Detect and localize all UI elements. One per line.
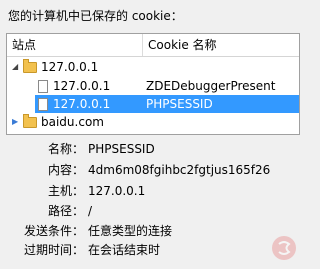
- cookie-name-label: ZDEDebuggerPresent: [146, 79, 276, 93]
- cookie-tree-list[interactable]: 站点 Cookie 名称 ◢ 127.0.0.1 127.0.0.1 ZDEDe…: [6, 33, 300, 135]
- column-header-row: 站点 Cookie 名称: [7, 34, 299, 57]
- detail-label: 发送条件：: [23, 224, 84, 238]
- detail-value: 4dm6m08fgihbc2fgtjus165f26: [88, 163, 271, 177]
- cookie-file-icon: [38, 80, 48, 93]
- cookie-site-label: 127.0.0.1: [53, 79, 111, 93]
- cookie-name-label: PHPSESSID: [146, 97, 213, 111]
- detail-value: /: [88, 204, 93, 218]
- detail-value: 127.0.0.1: [88, 184, 146, 198]
- column-header-cookie-name[interactable]: Cookie 名称: [143, 34, 299, 56]
- tree-row-site-baidu[interactable]: ▶ baidu.com: [7, 113, 299, 131]
- watermark-logo-icon: [272, 236, 296, 260]
- detail-row-expires: 过期时间： 在会话结束时: [6, 241, 300, 259]
- collapse-arrow-icon[interactable]: ▶: [12, 118, 20, 126]
- cookie-site-label: 127.0.0.1: [53, 97, 111, 111]
- cookie-details-panel: 名称： PHPSESSID 内容： 4dm6m08fgihbc2fgtjus16…: [6, 140, 300, 262]
- site-label: baidu.com: [41, 115, 104, 129]
- detail-label: 主机：: [47, 184, 84, 198]
- tree-row-cookie-selected[interactable]: 127.0.0.1 PHPSESSID: [35, 95, 299, 113]
- folder-icon: [23, 114, 37, 128]
- folder-icon: [23, 59, 37, 73]
- detail-row-host: 主机： 127.0.0.1: [6, 182, 300, 200]
- detail-label: 内容：: [47, 163, 84, 177]
- detail-row-content: 内容： 4dm6m08fgihbc2fgtjus165f26: [6, 161, 300, 179]
- detail-value: PHPSESSID: [88, 142, 155, 156]
- tree-row-cookie[interactable]: 127.0.0.1 ZDEDebuggerPresent: [7, 77, 299, 95]
- detail-value: 在会话结束时: [88, 243, 161, 257]
- detail-value: 任意类型的连接: [88, 224, 173, 238]
- detail-row-path: 路径： /: [6, 202, 300, 220]
- tree-row-site-127[interactable]: ◢ 127.0.0.1: [7, 58, 299, 76]
- detail-label: 过期时间：: [23, 243, 84, 257]
- saved-cookies-header: 您的计算机中已保存的 cookie：: [8, 9, 183, 23]
- detail-label: 路径：: [47, 204, 84, 218]
- detail-row-name: 名称： PHPSESSID: [6, 140, 300, 158]
- site-label: 127.0.0.1: [41, 60, 99, 74]
- expand-arrow-icon[interactable]: ◢: [12, 63, 20, 71]
- detail-label: 名称：: [47, 142, 84, 156]
- cookie-file-icon: [38, 98, 48, 111]
- detail-row-send-for: 发送条件： 任意类型的连接: [6, 222, 300, 240]
- column-header-site[interactable]: 站点: [7, 34, 143, 56]
